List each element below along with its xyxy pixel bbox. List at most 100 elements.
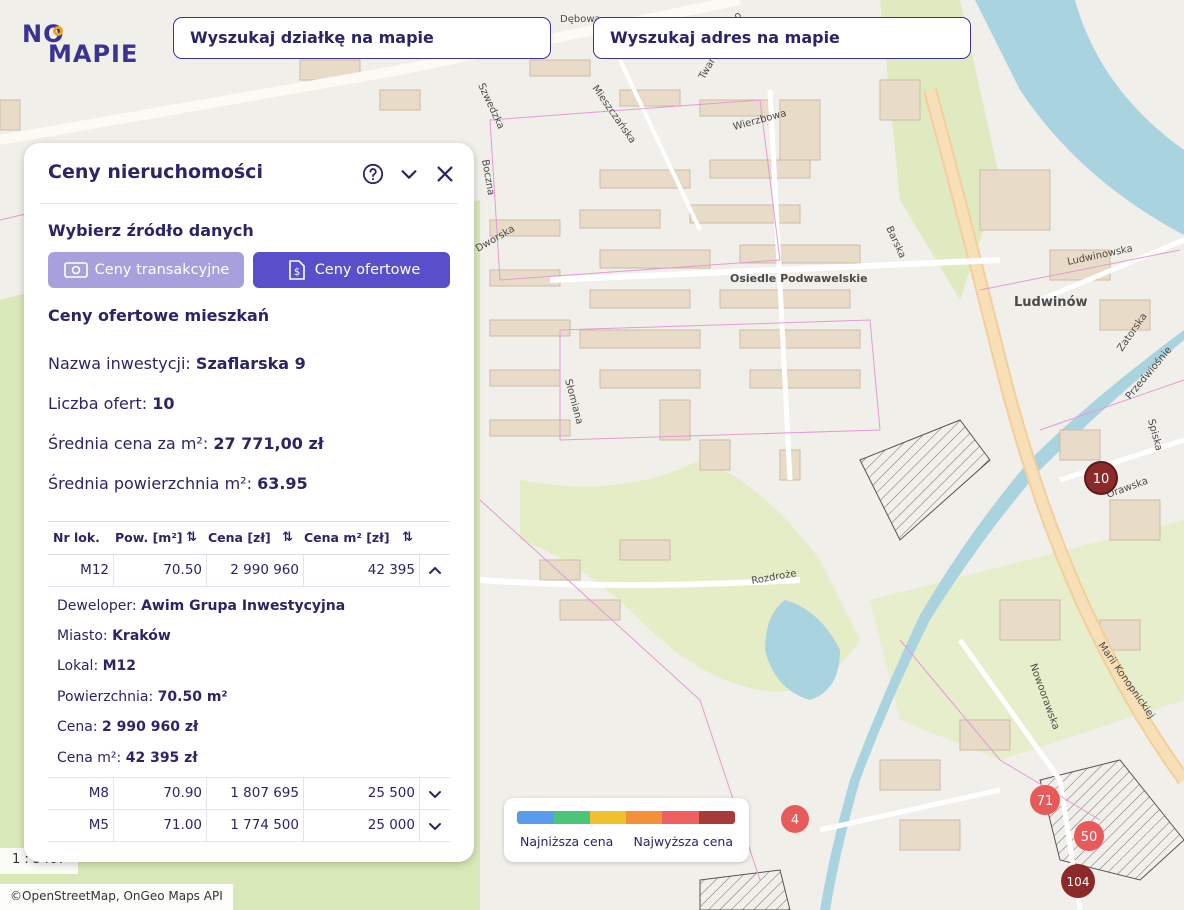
- price-marker[interactable]: 10: [1084, 461, 1118, 495]
- sort-icon[interactable]: ⇅: [282, 530, 293, 545]
- legend-color-swatch: [553, 811, 590, 824]
- detail-price-m2: Cena m²: 42 395 zł: [57, 750, 198, 766]
- detail-developer: Deweloper: Awim Grupa Inwestycyjna: [57, 598, 345, 614]
- detail-value: M12: [102, 658, 137, 674]
- detail-label: Miasto:: [57, 628, 108, 644]
- detail-label: Cena m²:: [57, 750, 122, 766]
- section-subtitle: Ceny ofertowe mieszkań: [48, 306, 270, 325]
- svg-text:104: 104: [1067, 875, 1090, 889]
- cell-price: 1 774 500: [207, 810, 304, 841]
- table-row[interactable]: M8 70.90 1 807 695 25 500: [48, 778, 450, 810]
- col-header-nr[interactable]: Nr lok.: [53, 530, 100, 545]
- cell-price: 2 990 960: [207, 555, 304, 586]
- legend-low-label: Najniższa cena: [520, 834, 614, 849]
- legend-color-swatch: [517, 811, 554, 824]
- price-marker[interactable]: 50: [1074, 821, 1104, 851]
- detail-value: Kraków: [112, 628, 171, 644]
- cell-area: 70.50: [114, 555, 207, 586]
- detail-value: 70.50 m²: [157, 689, 228, 705]
- col-header-area[interactable]: Pow. [m²]: [115, 530, 183, 545]
- legend-color-swatch: [625, 811, 663, 824]
- detail-label: Deweloper:: [57, 598, 137, 614]
- map-district-label: Osiedle Podwawelskie: [730, 272, 868, 285]
- banknote-icon: [63, 262, 88, 278]
- offer-prices-button[interactable]: $ Ceny ofertowe: [253, 252, 450, 288]
- detail-label: Cena:: [57, 719, 98, 735]
- detail-city: Miasto: Kraków: [57, 628, 171, 644]
- parcel-search-input[interactable]: Wyszukaj działkę na mapie: [173, 17, 551, 59]
- document-dollar-icon: $: [288, 260, 305, 280]
- cell-nr: M5: [48, 810, 114, 841]
- cell-price: 1 807 695: [207, 778, 304, 809]
- chevron-down-icon[interactable]: [419, 810, 450, 841]
- investment-name: Nazwa inwestycji: Szaflarska 9: [48, 354, 306, 373]
- legend-color-swatch: [589, 811, 626, 824]
- logo[interactable]: NO MAPIE: [22, 20, 142, 68]
- col-header-price[interactable]: Cena [zł]: [208, 530, 271, 545]
- svg-text:4: 4: [791, 813, 799, 828]
- transaction-prices-button[interactable]: Ceny transakcyjne: [48, 252, 244, 288]
- source-label: Wybierz źródło danych: [48, 221, 254, 240]
- legend-color-swatch: [662, 811, 699, 824]
- detail-area: Powierzchnia: 70.50 m²: [57, 689, 228, 705]
- help-icon[interactable]: [362, 163, 384, 185]
- investment-label: Nazwa inwestycji:: [48, 354, 191, 373]
- sort-icon[interactable]: ⇅: [402, 530, 413, 545]
- offers-table: Nr lok. Pow. [m²] ⇅ Cena [zł] ⇅ Cena m² …: [48, 521, 450, 842]
- offers-count: Liczba ofert: 10: [48, 394, 174, 413]
- col-header-price-m2[interactable]: Cena m² [zł]: [304, 530, 390, 545]
- average-area: Średnia powierzchnia m²: 63.95: [48, 474, 308, 493]
- price-marker[interactable]: 104: [1061, 864, 1095, 898]
- address-search-input[interactable]: Wyszukaj adres na mapie: [593, 17, 971, 59]
- legend-color-bar: [517, 811, 735, 824]
- detail-unit: Lokal: M12: [57, 658, 136, 674]
- cell-price-m2: 25 500: [367, 785, 415, 801]
- table-row[interactable]: M12 70.50 2 990 960 42 395: [48, 555, 450, 587]
- svg-text:50: 50: [1081, 830, 1098, 845]
- row-detail: Deweloper: Awim Grupa Inwestycyjna Miast…: [48, 587, 450, 778]
- price-marker[interactable]: 4: [781, 805, 809, 833]
- logo-pin-icon: [53, 26, 63, 36]
- map-district-label: Ludwinów: [1014, 295, 1088, 310]
- legend-color-swatch: [698, 811, 735, 824]
- chevron-down-icon[interactable]: [419, 778, 450, 809]
- cell-price-m2: 25 000: [367, 817, 415, 833]
- svg-text:10: 10: [1093, 472, 1110, 487]
- collapse-chevron-icon[interactable]: [398, 163, 420, 185]
- logo-text: MAPIE: [48, 40, 139, 68]
- detail-value: 42 395 zł: [125, 750, 198, 766]
- investment-value: Szaflarska 9: [195, 354, 306, 373]
- avg-price-label: Średnia cena za m²:: [48, 434, 209, 453]
- close-icon[interactable]: [434, 163, 456, 185]
- price-legend: Najniższa cena Najwyższa cena: [504, 798, 749, 862]
- cell-area: 70.90: [114, 778, 207, 809]
- avg-area-value: 63.95: [257, 474, 308, 493]
- average-price: Średnia cena za m²: 27 771,00 zł: [48, 434, 324, 453]
- detail-price: Cena: 2 990 960 zł: [57, 719, 198, 735]
- detail-value: Awim Grupa Inwestycyjna: [141, 598, 346, 614]
- svg-text:71: 71: [1037, 794, 1054, 809]
- table-header: Nr lok. Pow. [m²] ⇅ Cena [zł] ⇅ Cena m² …: [48, 521, 450, 555]
- chevron-up-icon[interactable]: [419, 555, 450, 586]
- table-row[interactable]: M5 71.00 1 774 500 25 000: [48, 810, 450, 842]
- cell-nr: M12: [48, 555, 114, 586]
- detail-label: Lokal:: [57, 658, 99, 674]
- offers-value: 10: [152, 394, 175, 413]
- price-marker[interactable]: 71: [1030, 785, 1060, 815]
- cell-area: 71.00: [114, 810, 207, 841]
- panel-title: Ceny nieruchomości: [48, 161, 263, 183]
- transaction-prices-label: Ceny transakcyjne: [94, 262, 230, 278]
- detail-value: 2 990 960 zł: [102, 719, 199, 735]
- legend-high-label: Najwyższa cena: [633, 834, 733, 849]
- cell-price-m2: 42 395: [367, 562, 415, 578]
- map-attribution: ©OpenStreetMap, OnGeo Maps API: [0, 884, 233, 910]
- offers-label: Liczba ofert:: [48, 394, 148, 413]
- svg-text:$: $: [294, 267, 300, 278]
- panel-divider: [40, 203, 458, 204]
- price-panel: Ceny nieruchomości Wybierz źródło danych…: [24, 143, 474, 862]
- sort-icon[interactable]: ⇅: [186, 530, 197, 545]
- offer-prices-label: Ceny ofertowe: [314, 262, 421, 278]
- avg-area-label: Średnia powierzchnia m²:: [48, 474, 252, 493]
- detail-label: Powierzchnia:: [57, 689, 154, 705]
- cell-nr: M8: [48, 778, 114, 809]
